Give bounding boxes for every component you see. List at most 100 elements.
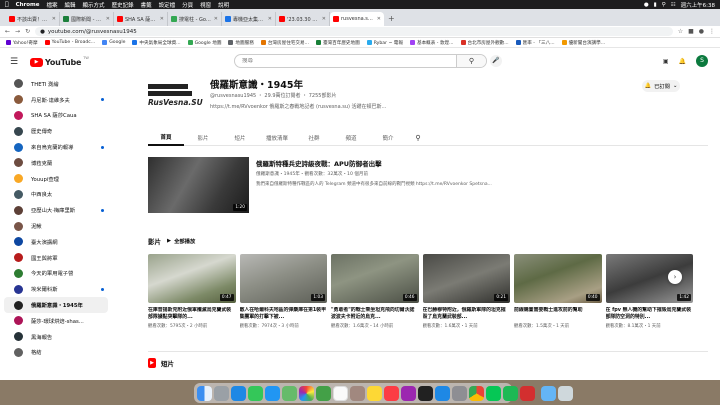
sidebar-channel-item-active[interactable]: 俄羅斯意識・1945年 <box>4 297 108 313</box>
bookmark-item[interactable]: YouTube - Broadc... <box>44 40 95 45</box>
calendar-icon[interactable] <box>333 385 348 401</box>
bell-icon[interactable]: 🔔 <box>679 58 686 65</box>
video-thumbnail[interactable]: 0:46 <box>331 254 419 303</box>
menu-bookmarks[interactable]: 書籤 <box>141 1 152 9</box>
sidebar-channel-item[interactable]: SHA SA 薩莎Caua <box>0 108 112 124</box>
featured-thumbnail[interactable]: 1:20 <box>148 157 249 213</box>
finder-icon[interactable] <box>197 385 212 401</box>
launchpad-icon[interactable] <box>214 385 229 401</box>
notes-icon[interactable] <box>367 385 382 401</box>
youtube-logo[interactable]: ▶ YouTube TW <box>30 56 89 67</box>
close-icon[interactable]: ✕ <box>160 16 164 22</box>
tab-about[interactable]: 簡介 <box>370 130 406 146</box>
app-store-icon[interactable] <box>435 385 450 401</box>
bookmark-item[interactable]: 基本概表 - 敦煌... <box>409 40 454 46</box>
bookmark-item[interactable]: 匯率 - 「三八... <box>515 40 555 46</box>
mail-icon[interactable] <box>265 385 280 401</box>
browser-tab[interactable]: SHA SA 薩莎 Caua - YouTube✕ <box>114 12 168 26</box>
chrome-icon[interactable] <box>469 385 484 401</box>
sidebar-channel-item[interactable]: 泥鰍 <box>0 218 112 234</box>
close-icon[interactable]: ✕ <box>106 16 110 22</box>
messages-icon[interactable] <box>248 385 263 401</box>
channel-description[interactable]: https://t.me/RVvoenkor 俄羅斯之春戰地記者 (rusves… <box>210 103 386 110</box>
browser-tab[interactable]: 搜電柱 - Google 地圖✕ <box>168 12 222 26</box>
bookmark-item[interactable]: Yahoo!奇摩 <box>6 40 38 46</box>
menu-window[interactable]: 視窗 <box>200 1 211 9</box>
sidebar-channel-item[interactable]: Youupi查理 <box>0 171 112 187</box>
sidebar-channel-item[interactable]: 丹尼斯·達維多夫 <box>0 92 112 108</box>
shelf-title[interactable]: 影片 <box>148 236 161 246</box>
shelf-next-button[interactable]: › <box>668 270 682 284</box>
play-all-button[interactable]: ▶ 全部播放 <box>167 237 195 245</box>
back-icon[interactable]: ← <box>5 28 10 35</box>
video-title[interactable]: 在巴赫穆特附近，俄羅斯軍隊的坦克摧毀了烏克蘭武裝部... <box>423 307 511 321</box>
trash-icon[interactable] <box>558 385 573 401</box>
create-icon[interactable]: ▣ <box>663 58 669 65</box>
search-icon[interactable]: ⚲ <box>662 2 666 8</box>
forward-icon[interactable]: → <box>15 28 20 35</box>
downloads-icon[interactable] <box>541 385 556 401</box>
extensions-icon[interactable]: ■ <box>688 28 694 35</box>
bookmark-item[interactable]: 中央氣象局全球資... <box>132 40 181 46</box>
featured-title[interactable]: 俄羅斯特種兵史詩級夜戰：APU防御者出擊 <box>256 158 382 168</box>
close-icon[interactable]: ✕ <box>214 16 218 22</box>
bookmark-item[interactable]: Google <box>102 40 125 45</box>
mic-icon[interactable]: 🎤 <box>490 55 502 67</box>
bookmark-item[interactable]: 臺灣百年歷史地圖 <box>315 40 360 46</box>
channel-logo[interactable]: RusVesna.SU <box>148 84 203 116</box>
chrome-menu-icon[interactable]: ⋮ <box>709 28 715 35</box>
sidebar-channel-item[interactable]: 今天的軍用電子營 <box>0 266 112 282</box>
sidebar-channel-item[interactable]: 臺大演講網 <box>0 234 112 250</box>
subscribed-button[interactable]: 🔔 已訂閱 ⌄ <box>642 80 680 92</box>
browser-tab[interactable]: 不該出賣！國1南向桃園段重大事故✕ <box>6 12 60 26</box>
sidebar-channel-item[interactable]: 埃米爾科斯 <box>0 281 112 297</box>
tab-community[interactable]: 社群 <box>296 130 332 146</box>
browser-tab[interactable]: '23.03.30 【世界一把抓】✕ <box>276 12 330 26</box>
video-title[interactable]: 在 fpv 無人機的幫助下摧毀烏克蘭武裝部隊防空洞的特別... <box>606 307 694 321</box>
channel-search-icon[interactable]: ⚲ <box>407 130 429 146</box>
sidebar-channel-item[interactable]: 國王與將軍 <box>0 250 112 266</box>
pdf-app-icon[interactable] <box>520 385 535 401</box>
browser-tab[interactable]: 專機亞太集結 (重要觀察)✕ <box>222 12 276 26</box>
search-button[interactable]: ⚲ <box>456 55 486 67</box>
tab-videos[interactable]: 影片 <box>185 130 221 146</box>
video-thumbnail[interactable]: 0:47 <box>148 254 236 303</box>
spotify-icon[interactable] <box>503 385 518 401</box>
menu-history[interactable]: 歷史記錄 <box>112 1 134 9</box>
system-settings-icon[interactable] <box>452 385 467 401</box>
lock-icon[interactable]: ● <box>40 29 45 35</box>
reload-icon[interactable]: ↻ <box>25 28 30 35</box>
menu-icon[interactable]: ☰ <box>10 57 30 67</box>
tab-playlists[interactable]: 播放清單 <box>259 130 295 146</box>
close-icon[interactable]: ✕ <box>377 16 381 22</box>
menu-tab[interactable]: 分頁 <box>182 1 193 9</box>
sidebar-channel-item[interactable]: 中西良太 <box>0 187 112 203</box>
bookmark-item[interactable]: 台灣房屋住宅交易... <box>260 40 309 46</box>
video-thumbnail[interactable]: 1:03 <box>239 254 327 303</box>
video-card[interactable]: 0:47 在庫普揚斯克附近俄軍殲滅烏克蘭武裝部隊據點突擊隊的... 觀看次數：5… <box>148 254 236 344</box>
menu-file[interactable]: 檔案 <box>47 1 58 9</box>
bookmark-item[interactable]: 地圖服務 <box>228 40 254 46</box>
facetime-icon[interactable] <box>316 385 331 401</box>
video-card[interactable]: 0:21 在巴赫穆特附近，俄羅斯軍隊的坦克摧毀了烏克蘭武裝部... 觀看次數：1… <box>422 254 511 344</box>
tab-channels[interactable]: 頻道 <box>333 130 369 146</box>
bookmark-item[interactable]: 優新聞台演講學... <box>561 40 605 46</box>
new-tab-button[interactable]: + <box>384 12 399 26</box>
bookmark-item[interactable]: Rybar ~ 電報 <box>366 40 403 46</box>
video-card[interactable]: 1:42 在 fpv 無人機的幫助下摧毀烏克蘭武裝部隊防空洞的特別... 觀看次… <box>605 254 694 344</box>
sidebar-channel-item[interactable]: 亞歷山大·梅庫里斯 <box>0 202 112 218</box>
photos-icon[interactable] <box>299 385 314 401</box>
shorts-title[interactable]: 短片 <box>161 358 174 368</box>
video-card[interactable]: 0:40 前線購置需要戰士進攻前的幫助 觀看次數：1.5萬次・1 天前 <box>514 254 602 344</box>
podcasts-icon[interactable] <box>401 385 416 401</box>
maps-icon[interactable] <box>282 385 297 401</box>
tab-shorts[interactable]: 短片 <box>222 130 258 146</box>
menubar-app-name[interactable]: Chrome <box>16 2 40 8</box>
menu-edit[interactable]: 編輯 <box>65 1 76 9</box>
tab-home[interactable]: 首頁 <box>148 130 184 146</box>
menu-help[interactable]: 說明 <box>218 1 229 9</box>
sidebar-channel-item[interactable]: 歷史傳奇 <box>0 123 112 139</box>
browser-tab[interactable]: 國際新聞 - Mobile01✕ <box>60 12 114 26</box>
video-thumbnail[interactable]: 0:40 <box>514 254 602 303</box>
menu-profiles[interactable]: 設定檔 <box>159 1 176 9</box>
